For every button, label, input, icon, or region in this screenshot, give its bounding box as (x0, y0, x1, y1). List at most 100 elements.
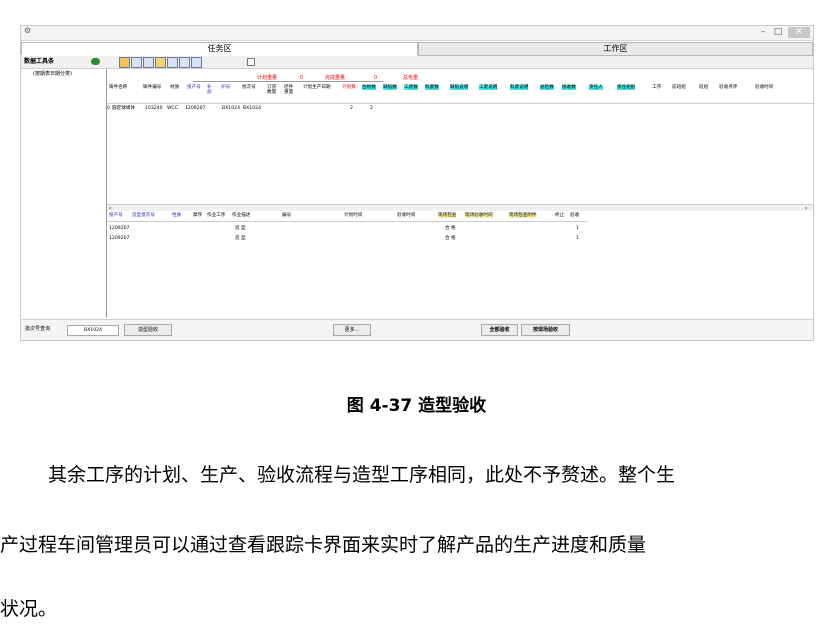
grid1-header: 计划生产日期 (303, 85, 331, 90)
table-row[interactable]: 1209207 造 型 合 格 1 (107, 235, 587, 243)
pencil-icon[interactable] (119, 57, 130, 68)
export-icon[interactable] (131, 57, 142, 68)
bottom-bar: 批次号查询 BX1024 造型验收 更多... 全部验收 按现场验收 (21, 319, 813, 340)
table-row[interactable]: 0 圆定球阀体 103240 WCC 1209207 BX1024 BX1024… (107, 105, 813, 113)
grid1-cell: BX1024 (222, 106, 240, 111)
grid1-header: 批次号 (242, 85, 256, 90)
grid2-header: 终止 (555, 213, 565, 218)
grid2-cell: 造 型 (235, 236, 246, 241)
grid1-header: 料废数 (425, 85, 439, 90)
grid1-header: 缺陷说明 (450, 85, 469, 90)
grid1-cell: 2 (350, 106, 353, 111)
table-row[interactable]: 1209207 造 型 合 格 1 (107, 225, 587, 233)
grid1-cell: WCC (167, 106, 178, 111)
grid2-cell: 合 格 (445, 236, 456, 241)
grid1-header: 验收时间 (755, 85, 774, 90)
grid1-header: 订货数量 (267, 85, 277, 95)
batch-query-input[interactable]: BX1024 (67, 325, 119, 336)
grid1-header: 班组 (699, 85, 709, 90)
grid2-header: 现场检查 (438, 213, 457, 218)
grid1-cell: BX1024 (243, 106, 261, 111)
list-icon[interactable] (179, 57, 190, 68)
grid2-cell: 1209207 (109, 226, 130, 231)
grid1-cell: 0 (107, 106, 110, 111)
grid2-header: 验收 (570, 213, 580, 218)
figure-caption: 图 4-37 造型验收 (346, 396, 487, 416)
grid2-header-divider (107, 221, 587, 222)
filter-icon[interactable] (191, 57, 202, 68)
shape-check-button[interactable]: 造型验收 (124, 324, 172, 336)
gross-weight-label: 总毛重 (403, 75, 419, 81)
save-icon[interactable] (143, 57, 154, 68)
grid1-header: 铸件编号 (143, 85, 162, 90)
tab-task-area[interactable]: 任务区 (21, 42, 418, 55)
maximize-button[interactable]: □ (771, 27, 785, 38)
grid2-header: 编号 (282, 213, 292, 218)
grid2-header: 摩序 (193, 213, 203, 218)
grid2-cell: 造 型 (235, 226, 246, 231)
app-logo-icon: ⚙ (24, 26, 32, 35)
accept-all-button[interactable]: 全部验收 (481, 324, 518, 336)
data-toolbar: 数据工具条 (21, 56, 813, 69)
grid1-header: 计划数 (342, 85, 356, 90)
grid1-header: 责任组别 (617, 85, 636, 90)
paragraph-line-1: 其余工序的计划、生产、验收流程与造型工序相同，此处不予赘述。整个生 (48, 464, 676, 486)
grid2-header: 作业工序 (207, 213, 226, 218)
grid1-header: 材质 (170, 85, 180, 90)
grid2-cell: 合 格 (445, 226, 456, 231)
task-grid: 计划重量 0 完成重量 0 总毛重 铸件名称 铸件编号 材质 投产号 补加 炉号… (107, 69, 813, 204)
toggle-icon[interactable] (91, 58, 100, 65)
grid2-header: 造型批次号 (132, 213, 155, 218)
grid2-cell: 1209207 (109, 236, 130, 241)
grid1-header: 验收点评 (719, 85, 738, 90)
grid1-header: 合格数 (362, 85, 376, 90)
grid2-cell: 1 (576, 236, 579, 241)
batch-query-label: 批次号查询 (25, 326, 51, 332)
select-checkbox[interactable] (247, 58, 255, 66)
grid1-header-row: 铸件名称 铸件编号 材质 投产号 补加 炉号 批次号 订货数量 坯件重量 计划生… (107, 85, 813, 99)
grid2-header: 作业描述 (232, 213, 251, 218)
title-bar: ⚙ – □ ✕ (21, 26, 813, 41)
grid2-header: 验收时间 (397, 213, 416, 218)
accept-site-button[interactable]: 按现场验收 (521, 324, 570, 336)
grid1-header: 责任人 (589, 85, 603, 90)
grid1-header: 补加 (207, 85, 212, 95)
grid1-header: 总检数 (540, 85, 554, 90)
grid1-header: 炉号 (221, 85, 231, 90)
grid2-header: 投产号 (109, 213, 123, 218)
grid2-header: 计划时间 (344, 213, 363, 218)
category-panel: (按期表日期分类) (21, 69, 107, 318)
grid1-header: 铸件名称 (109, 85, 128, 90)
chart-icon[interactable] (167, 57, 178, 68)
grid1-header: 工废说明 (479, 85, 498, 90)
grid1-header: 缺陷数 (383, 85, 397, 90)
grid2-header: 现场检查附件 (509, 213, 537, 218)
paragraph-line-2: 产过程车间管理员可以通过查看跟踪卡界面来实时了解产品的生产进度和质量 (0, 534, 647, 556)
grid2-header: 性质 (172, 213, 182, 218)
paragraph-line-3: 状况。 (0, 598, 58, 620)
grid1-header: 工序 (652, 85, 662, 90)
grid1-header: 料废说明 (510, 85, 529, 90)
grid1-cell: 1209207 (185, 106, 206, 111)
grid1-header: 接收数 (562, 85, 576, 90)
more-button[interactable]: 更多... (333, 324, 371, 336)
summary-divider (193, 81, 383, 82)
category-panel-header: (按期表日期分类) (33, 71, 72, 77)
grid1-header-divider (107, 103, 813, 104)
edit-icon[interactable] (155, 57, 166, 68)
grid1-header: 前班组 (672, 85, 686, 90)
grid1-header: 工废数 (404, 85, 418, 90)
grid1-header: 投产号 (187, 85, 201, 90)
grid1-cell: 2 (370, 106, 373, 111)
minimize-button[interactable]: – (756, 27, 770, 38)
app-window: ⚙ – □ ✕ 任务区 工作区 数据工具条 (按期表日期分类) 计划重量 0 完… (20, 25, 814, 341)
grid1-cell: 103240 (145, 106, 163, 111)
toolbar-title: 数据工具条 (24, 58, 55, 65)
grid2-header-row: 投产号 造型批次号 性质 摩序 作业工序 作业描述 编号 计划时间 验收时间 现… (107, 213, 813, 221)
grid2-cell: 1 (576, 226, 579, 231)
grid2-header: 现场验收时间 (465, 213, 493, 218)
tab-work-area[interactable]: 工作区 (418, 42, 813, 56)
grid1-header: 坯件重量 (284, 85, 294, 95)
close-button[interactable]: ✕ (788, 27, 810, 38)
process-grid: 投产号 造型批次号 性质 摩序 作业工序 作业描述 编号 计划时间 验收时间 现… (107, 211, 813, 318)
